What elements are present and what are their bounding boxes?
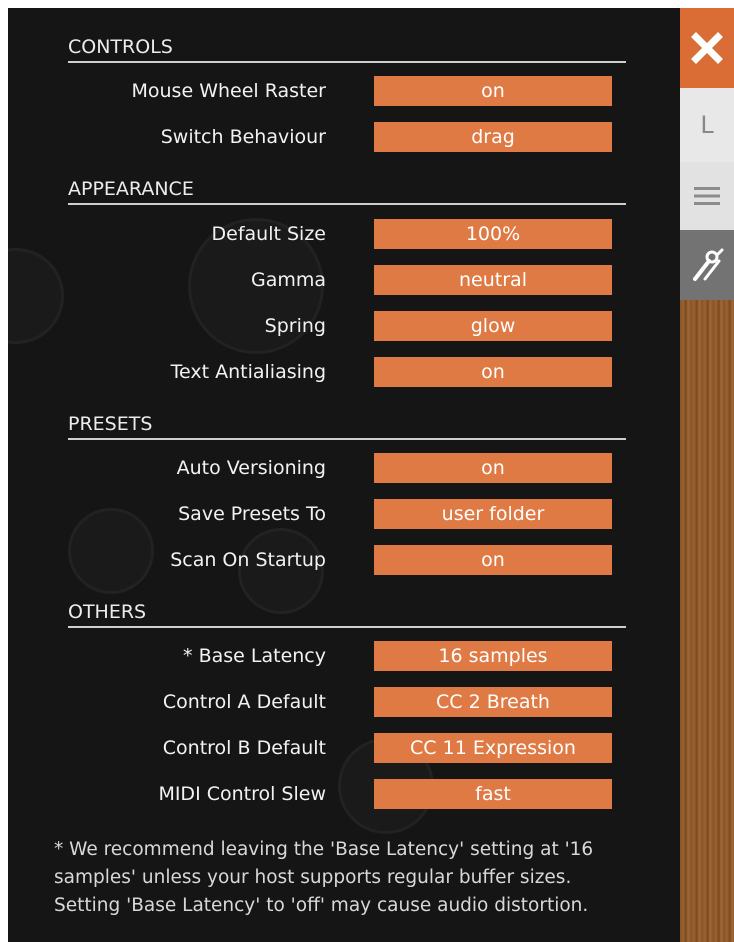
label-gamma: Gamma xyxy=(250,269,326,291)
value-gamma[interactable]: neutral xyxy=(374,265,612,295)
tab-l[interactable]: L xyxy=(680,88,734,162)
value-text-antialiasing[interactable]: on xyxy=(374,357,612,387)
value-save-presets-to[interactable]: user folder xyxy=(374,499,612,529)
wrench-screwdriver-icon xyxy=(693,248,724,281)
label-scan-on-startup: Scan On Startup xyxy=(170,549,326,571)
label-base-latency: * Base Latency xyxy=(183,645,326,667)
value-control-a-default[interactable]: CC 2 Breath xyxy=(374,687,612,717)
label-save-presets-to: Save Presets To xyxy=(178,503,326,525)
close-icon xyxy=(691,32,723,64)
tab-l-label: L xyxy=(700,111,714,139)
section-title-controls: CONTROLS xyxy=(68,36,626,63)
hamburger-menu-icon xyxy=(694,187,720,205)
tab-settings[interactable] xyxy=(680,230,734,300)
label-midi-control-slew: MIDI Control Slew xyxy=(158,783,326,805)
value-mouse-wheel-raster[interactable]: on xyxy=(374,76,612,106)
label-auto-versioning: Auto Versioning xyxy=(176,457,326,479)
background-knob xyxy=(8,248,64,344)
label-text-antialiasing: Text Antialiasing xyxy=(170,361,326,383)
label-control-a-default: Control A Default xyxy=(162,691,326,713)
label-mouse-wheel-raster: Mouse Wheel Raster xyxy=(131,80,327,102)
section-title-presets: PRESETS xyxy=(68,413,626,440)
value-control-b-default[interactable]: CC 11 Expression xyxy=(374,733,612,763)
latency-footnote: * We recommend leaving the 'Base Latency… xyxy=(54,836,674,920)
settings-panel: CONTROLS Mouse Wheel Raster on Switch Be… xyxy=(8,8,680,942)
footnote-line: samples' unless your host supports regul… xyxy=(54,867,572,888)
close-button[interactable] xyxy=(680,8,734,88)
section-title-appearance: APPEARANCE xyxy=(68,178,626,205)
tab-menu[interactable] xyxy=(680,162,734,230)
value-default-size[interactable]: 100% xyxy=(374,219,612,249)
value-spring[interactable]: glow xyxy=(374,311,612,341)
label-default-size: Default Size xyxy=(211,223,326,245)
footnote-line: * We recommend leaving the 'Base Latency… xyxy=(54,839,594,860)
value-midi-control-slew[interactable]: fast xyxy=(374,779,612,809)
label-control-b-default: Control B Default xyxy=(162,737,326,759)
footnote-line: Setting 'Base Latency' to 'off' may caus… xyxy=(54,895,589,916)
label-switch-behaviour: Switch Behaviour xyxy=(160,126,326,148)
label-spring: Spring xyxy=(264,315,326,337)
section-title-others: OTHERS xyxy=(68,601,626,628)
value-base-latency[interactable]: 16 samples xyxy=(374,641,612,671)
value-switch-behaviour[interactable]: drag xyxy=(374,122,612,152)
value-scan-on-startup[interactable]: on xyxy=(374,545,612,575)
value-auto-versioning[interactable]: on xyxy=(374,453,612,483)
side-tab-bar: L xyxy=(680,8,734,942)
